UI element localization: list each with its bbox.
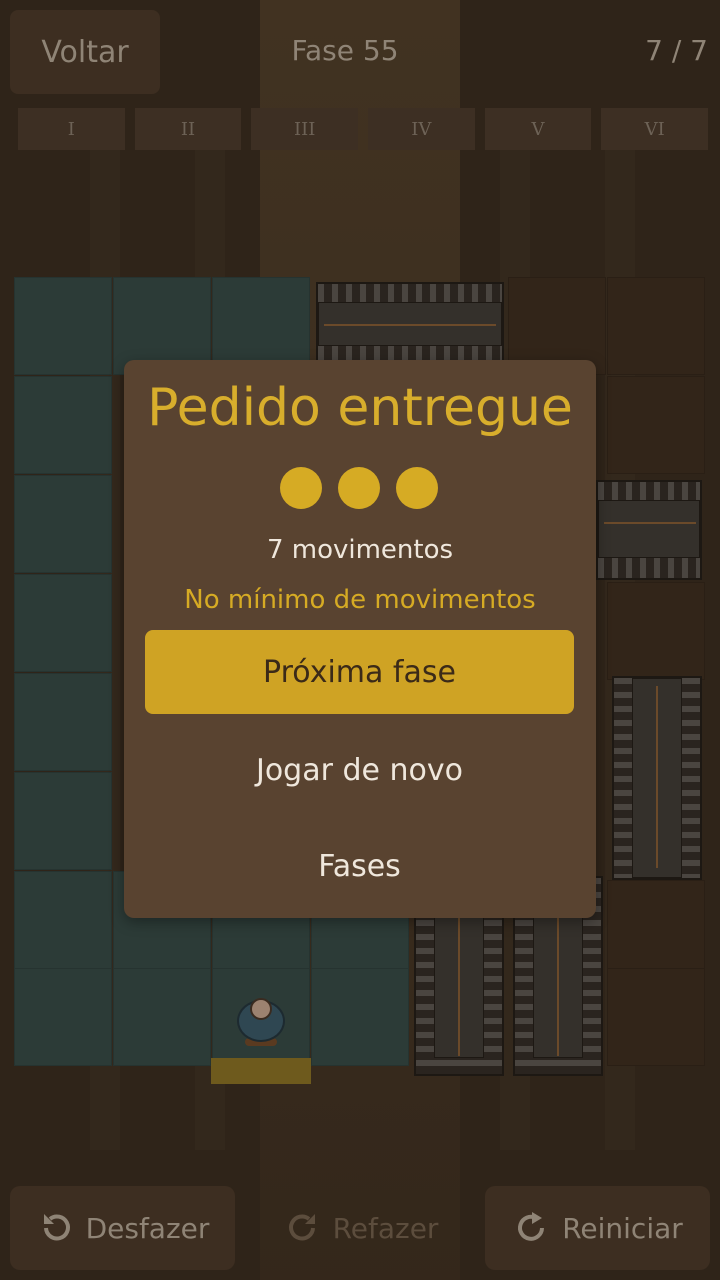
undo-label: Desfazer	[85, 1211, 210, 1245]
floor-tile	[311, 968, 409, 1066]
dialog-title: Pedido entregue	[147, 378, 573, 438]
undo-button[interactable]: Desfazer	[10, 1186, 235, 1270]
chapter-tab[interactable]: I	[18, 108, 125, 150]
chapter-tab[interactable]: III	[251, 108, 359, 150]
floor-tile	[14, 574, 112, 672]
floor-tile	[14, 871, 112, 969]
wood-tile	[607, 582, 705, 680]
redo-label: Refazer	[332, 1211, 439, 1245]
next-level-button[interactable]: Próxima fase	[145, 630, 574, 714]
star-icon	[396, 467, 438, 509]
level-progress: 7 / 7	[645, 34, 708, 67]
wood-tile	[607, 968, 705, 1066]
floor-tile	[14, 673, 112, 771]
player-character	[237, 998, 285, 1046]
stars-rating	[280, 467, 438, 509]
wood-tile	[607, 880, 705, 978]
floor-tile	[14, 475, 112, 573]
chapter-tab[interactable]: V	[484, 108, 592, 150]
chapter-tab[interactable]: II	[134, 108, 242, 150]
min-moves-note: No mínimo de movimentos	[184, 585, 536, 615]
restart-label: Reiniciar	[562, 1211, 683, 1245]
floor-tile	[14, 968, 112, 1066]
level-title: Fase 55	[291, 34, 399, 67]
replay-button[interactable]: Jogar de novo	[145, 728, 574, 812]
wood-tile	[607, 277, 705, 375]
star-icon	[280, 467, 322, 509]
back-button[interactable]: Voltar	[10, 10, 160, 94]
undo-icon	[43, 1214, 70, 1241]
chapter-tab[interactable]: IV	[368, 108, 475, 150]
restart-button[interactable]: Reiniciar	[485, 1186, 710, 1270]
conveyor-belt	[316, 282, 504, 362]
restart-icon	[518, 1212, 545, 1241]
redo-button[interactable]: Refazer	[248, 1186, 473, 1270]
conveyor-belt	[596, 480, 702, 580]
star-icon	[338, 467, 380, 509]
floor-tile	[113, 968, 211, 1066]
moves-count: 7 movimentos	[266, 535, 454, 565]
delivery-goal	[211, 1058, 311, 1084]
levels-button[interactable]: Fases	[145, 824, 574, 908]
redo-icon	[288, 1214, 315, 1241]
chapter-tabs: I II III IV V VI	[18, 108, 709, 150]
floor-tile	[14, 772, 112, 870]
conveyor-belt	[612, 676, 702, 880]
floor-tile	[14, 277, 112, 375]
chapter-tab[interactable]: VI	[601, 108, 709, 150]
